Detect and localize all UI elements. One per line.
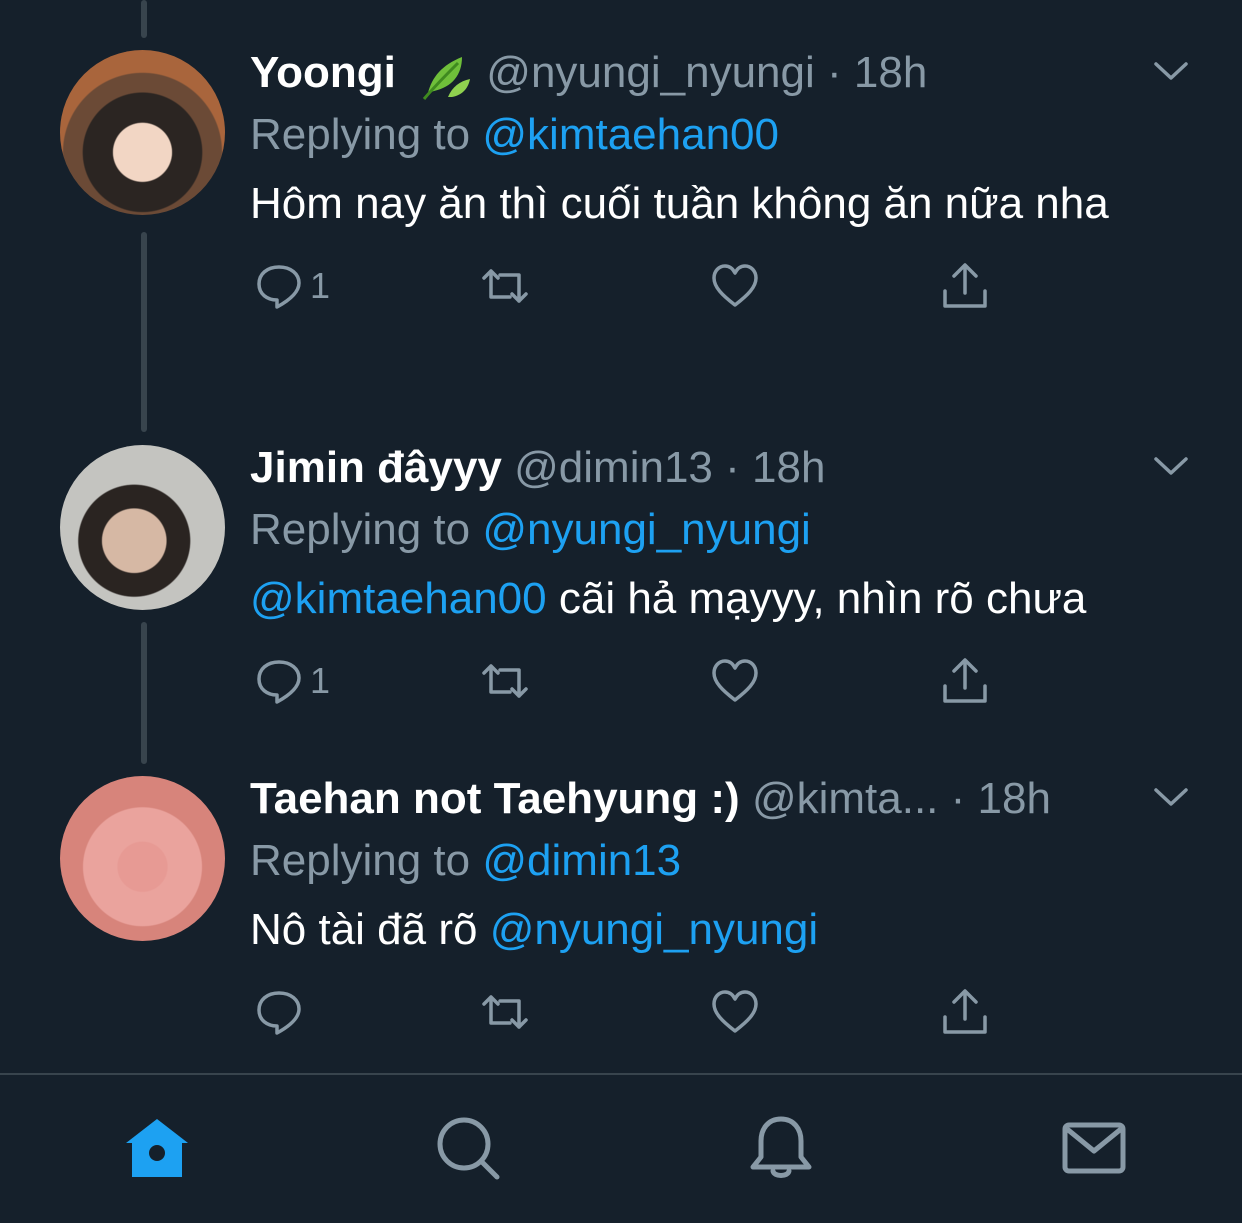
timestamp[interactable]: 18h — [978, 774, 1051, 823]
messages-icon — [1062, 1122, 1126, 1174]
like-button[interactable] — [710, 984, 760, 1040]
chevron-down-icon[interactable] — [1150, 50, 1192, 92]
tab-home[interactable] — [122, 1113, 192, 1183]
heart-icon — [712, 264, 758, 307]
tweet-text: @kimtaehan00 cãi hả mạyyy, nhìn rõ chưa — [250, 567, 1192, 631]
retweet-button[interactable] — [480, 653, 530, 709]
reply-icon — [257, 991, 301, 1035]
tweet-text: Nô tài đã rõ @nyungi_nyungi — [250, 898, 1192, 962]
tweet-actions: 1 — [250, 653, 1192, 713]
bottom-tab-bar — [0, 1073, 1242, 1223]
share-button[interactable] — [940, 984, 990, 1040]
share-icon — [943, 263, 987, 308]
replying-to: Replying to @nyungi_nyungi — [250, 499, 1192, 561]
tab-messages[interactable] — [1059, 1113, 1129, 1183]
user-handle[interactable]: @nyungi_nyungi — [486, 48, 814, 97]
reply-icon — [257, 660, 301, 704]
timestamp[interactable]: 18h — [854, 48, 927, 97]
retweet-icon — [482, 664, 528, 698]
replying-label: Replying to — [250, 836, 471, 885]
leaf-emoji-icon — [422, 57, 471, 101]
chevron-down-icon[interactable] — [1150, 776, 1192, 818]
tweet-body: cãi hả mạyyy, nhìn rõ chưa — [546, 574, 1087, 623]
avatar[interactable] — [60, 445, 225, 610]
tweet-text: Hôm nay ăn thì cuối tuần không ăn nữa nh… — [250, 172, 1192, 236]
share-button[interactable] — [940, 258, 990, 314]
timeline: Yoongi @nyungi_nyungi · 18h Replying to … — [0, 0, 1242, 1073]
display-name[interactable]: Yoongi — [250, 48, 396, 97]
reply-count: 1 — [310, 265, 331, 306]
like-button[interactable] — [710, 258, 760, 314]
tab-notifications[interactable] — [746, 1113, 816, 1183]
retweet-icon — [482, 995, 528, 1029]
chevron-down-icon[interactable] — [1150, 445, 1192, 487]
mention-link[interactable]: @kimtaehan00 — [250, 574, 547, 623]
separator-dot: · — [826, 48, 842, 97]
replying-to: Replying to @dimin13 — [250, 830, 1192, 892]
avatar[interactable] — [60, 50, 225, 215]
tweet-actions — [250, 984, 1192, 1044]
reply-button[interactable]: 1 — [254, 258, 330, 314]
avatar[interactable] — [60, 776, 225, 941]
share-button[interactable] — [940, 653, 990, 709]
share-icon — [943, 658, 987, 703]
display-name[interactable]: Jimin đâyyy — [250, 443, 502, 492]
user-handle[interactable]: @dimin13 — [514, 443, 713, 492]
like-button[interactable] — [710, 653, 760, 709]
tweet-body: Nô tài đã rõ — [250, 905, 490, 954]
retweet-button[interactable] — [480, 984, 530, 1040]
separator-dot: · — [725, 443, 740, 492]
mention-link[interactable]: @nyungi_nyungi — [482, 505, 810, 554]
thread-connector — [141, 0, 147, 38]
mention-link[interactable]: @nyungi_nyungi — [490, 905, 818, 954]
tweet-actions: 1 — [250, 258, 1192, 318]
replying-to: Replying to @kimtaehan00 — [250, 104, 1192, 166]
user-handle[interactable]: @kimta... — [752, 774, 938, 823]
mention-link[interactable]: @kimtaehan00 — [482, 110, 779, 159]
heart-icon — [712, 659, 758, 702]
share-icon — [943, 989, 987, 1034]
thread-connector — [141, 232, 147, 432]
home-icon — [126, 1119, 188, 1177]
timestamp[interactable]: 18h — [752, 443, 825, 492]
retweet-button[interactable] — [480, 258, 530, 314]
reply-button[interactable]: 1 — [254, 653, 330, 709]
reply-icon — [257, 265, 301, 309]
tab-search[interactable] — [433, 1113, 503, 1183]
search-icon — [437, 1117, 500, 1180]
notifications-icon — [750, 1116, 812, 1178]
replying-label: Replying to — [250, 110, 471, 159]
tweet-body: Hôm nay ăn thì cuối tuần không ăn nữa nh… — [250, 179, 1109, 228]
separator-dot: · — [950, 774, 966, 823]
reply-button[interactable] — [254, 984, 310, 1040]
retweet-icon — [482, 269, 528, 303]
thread-connector — [141, 622, 147, 764]
mention-link[interactable]: @dimin13 — [482, 836, 681, 885]
replying-label: Replying to — [250, 505, 471, 554]
display-name[interactable]: Taehan not Taehyung :) — [250, 774, 740, 823]
reply-count: 1 — [310, 660, 331, 701]
heart-icon — [712, 990, 758, 1033]
